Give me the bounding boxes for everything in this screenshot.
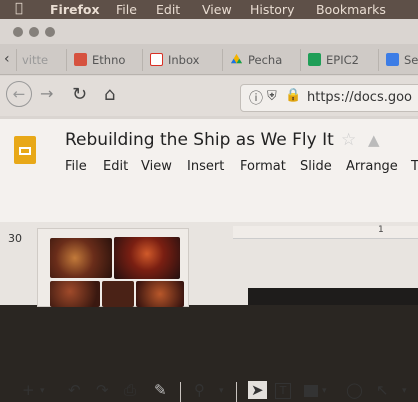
tab-vitte[interactable]: vitte <box>16 49 61 71</box>
docs-icon <box>386 53 399 66</box>
slide-thumbnail[interactable] <box>37 228 189 307</box>
toolbar-divider <box>236 382 237 402</box>
close-window-button[interactable] <box>13 27 23 37</box>
text-box-icon[interactable]: T <box>275 383 291 399</box>
home-icon[interactable]: ⌂ <box>104 84 115 105</box>
slides-logo-icon[interactable] <box>14 136 36 164</box>
forward-icon[interactable]: → <box>40 84 53 103</box>
ruler: 1 <box>233 225 418 239</box>
new-slide-dropdown-icon[interactable]: ▾ <box>40 386 45 396</box>
presentation-title[interactable]: Rebuilding the Ship as We Fly It <box>65 130 334 150</box>
url-text: https://docs.goo <box>307 90 413 105</box>
app-menu-view[interactable]: View <box>141 159 172 174</box>
back-icon[interactable]: ← <box>6 81 32 107</box>
info-icon[interactable]: ⓘ <box>249 88 263 108</box>
apple-icon[interactable]:  <box>15 1 23 16</box>
minimize-window-button[interactable] <box>29 27 39 37</box>
zoom-dropdown-icon[interactable]: ▾ <box>219 386 224 396</box>
app-menu-edit[interactable]: Edit <box>103 159 128 174</box>
menu-view[interactable]: View <box>202 2 232 17</box>
undo-icon[interactable]: ↶ <box>68 381 81 399</box>
slide-canvas[interactable] <box>248 288 418 305</box>
tab-se[interactable]: Se <box>378 49 418 71</box>
move-to-drive-icon[interactable]: ▲ <box>368 131 380 149</box>
tab-pecha[interactable]: Pecha <box>222 49 291 71</box>
shield-icon[interactable]: ⛨ <box>267 89 277 104</box>
toolbar: + ▾ ↶ ↷ ⎙ ✎ ⚲ ▾ ➤ T ▾ ◯ ↖ ▾ <box>0 188 418 402</box>
app-menu-arrange[interactable]: Arrange <box>346 159 398 174</box>
drive-icon <box>230 53 243 64</box>
app-menu-file[interactable]: File <box>65 159 87 174</box>
sheets-icon <box>308 53 321 66</box>
ruler-mark: 1 <box>378 225 384 235</box>
thumbnail-photo <box>114 237 180 279</box>
slide-number: 30 <box>8 232 22 245</box>
menu-history[interactable]: History <box>250 2 294 17</box>
image-dropdown-icon[interactable]: ▾ <box>322 386 327 396</box>
select-cursor-icon[interactable]: ➤ <box>248 381 267 399</box>
app-menu-insert[interactable]: Insert <box>187 159 224 174</box>
redo-icon[interactable]: ↷ <box>96 381 109 399</box>
print-icon[interactable]: ⎙ <box>124 381 136 399</box>
paint-format-icon[interactable]: ✎ <box>154 381 167 399</box>
tab-inbox[interactable]: Inbox <box>142 49 211 71</box>
menu-edit[interactable]: Edit <box>156 2 180 17</box>
mail-red-icon <box>74 53 87 66</box>
lock-icon: 🔒 <box>285 88 302 103</box>
app-menu-slide[interactable]: Slide <box>300 159 332 174</box>
star-icon[interactable]: ☆ <box>341 130 356 150</box>
thumbnail-photo <box>136 281 184 307</box>
url-bar[interactable]: ⓘ ⛨ 🔒 https://docs.goo <box>240 84 418 112</box>
tab-scroll-left-icon[interactable]: ‹ <box>4 51 10 67</box>
gmail-icon <box>150 53 163 66</box>
tab-epic[interactable]: EPIC2 <box>300 49 369 71</box>
image-icon[interactable] <box>304 385 318 397</box>
menu-bookmarks[interactable]: Bookmarks <box>316 2 386 17</box>
app-menu-format[interactable]: Format <box>240 159 286 174</box>
zoom-icon[interactable]: ⚲ <box>194 381 205 399</box>
thumbnail-photo <box>102 281 134 307</box>
reload-icon[interactable]: ↻ <box>72 84 87 105</box>
tab-ethno[interactable]: Ethno <box>66 49 131 71</box>
toolbar-divider <box>180 382 181 402</box>
line-dropdown-icon[interactable]: ▾ <box>402 386 407 396</box>
app-menu-tools[interactable]: T <box>411 159 418 174</box>
menu-file[interactable]: File <box>116 2 137 17</box>
thumbnail-photo <box>50 281 100 307</box>
thumbnail-photo <box>50 238 112 278</box>
tab-bar: ‹ vitte Ethno Inbox Pecha EPIC2 Se <box>0 44 418 75</box>
new-slide-icon[interactable]: + <box>22 381 35 399</box>
zoom-window-button[interactable] <box>45 27 55 37</box>
line-icon[interactable]: ↖ <box>376 381 389 399</box>
macos-menubar:  Firefox File Edit View History Bookmar… <box>0 0 418 19</box>
menu-firefox[interactable]: Firefox <box>50 2 100 17</box>
shape-icon[interactable]: ◯ <box>346 381 363 399</box>
